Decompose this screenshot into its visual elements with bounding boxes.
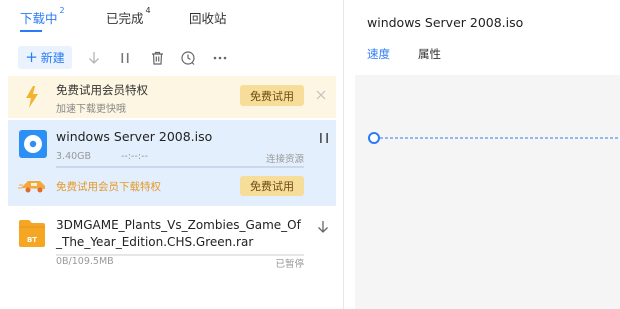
tab-completed-label: 已完成 [106, 11, 144, 26]
detail-title: windows Server 2008.iso [367, 15, 524, 30]
task-detail-panel: windows Server 2008.iso 速度 属性 [345, 0, 620, 309]
task-filename: 3DMGAME_Plants_Vs_Zombies_Game_Of_The_Ye… [56, 218, 301, 249]
clock-icon[interactable] [178, 47, 198, 69]
task-filename: windows Server 2008.iso [56, 129, 213, 144]
new-task-label: 新建 [40, 51, 65, 65]
tab-completed-count: 4 [145, 6, 151, 15]
trash-icon[interactable] [147, 47, 167, 69]
task-size: 3.40GB [56, 151, 92, 162]
download-list-panel: 下载中2 已完成4 回收站 + 新建 免费试用会员特权 加速下载更快哦 免费试用… [0, 0, 344, 309]
tab-properties[interactable]: 属性 [418, 46, 441, 62]
task-item[interactable]: BT 3DMGAME_Plants_Vs_Zombies_Game_Of_The… [8, 208, 336, 274]
rocket-car-icon [18, 181, 45, 193]
tab-downloading[interactable]: 下载中2 [20, 6, 65, 27]
tab-recycle-bin[interactable]: 回收站 [189, 8, 227, 27]
active-tab-underline [20, 30, 42, 32]
task-free-trial-button[interactable]: 免费试用 [240, 176, 304, 196]
task-size: 0B/109.5MB [56, 256, 114, 267]
resume-download-icon[interactable] [316, 219, 330, 235]
task-status: 已暂停 [275, 259, 304, 270]
more-icon[interactable] [210, 47, 230, 69]
speed-graph-canvas [368, 132, 620, 144]
task-remaining-time: --:--:-- [121, 151, 148, 162]
speed-point [368, 132, 380, 144]
speed-graph [355, 75, 620, 309]
vip-promo-banner: 免费试用会员特权 加速下载更快哦 免费试用 [8, 76, 336, 118]
tab-downloading-count: 2 [59, 6, 65, 15]
task-vip-promo-text: 免费试用会员下载特权 [56, 181, 161, 193]
svg-text:BT: BT [27, 236, 37, 244]
pause-icon[interactable] [115, 47, 135, 69]
task-status: 连接资源 [265, 154, 304, 165]
promo-title: 免费试用会员特权 [56, 83, 148, 97]
lightning-icon [26, 86, 38, 108]
new-task-button[interactable]: + 新建 [18, 46, 72, 69]
close-icon[interactable] [314, 87, 328, 101]
tab-downloading-label: 下载中 [20, 11, 58, 26]
free-trial-button[interactable]: 免费试用 [240, 85, 304, 106]
archive-folder-icon: BT [19, 220, 45, 247]
task-item-selected[interactable]: windows Server 2008.iso 3.40GB --:--:-- … [8, 120, 336, 206]
pause-icon[interactable] [316, 130, 332, 146]
download-icon[interactable] [84, 47, 104, 69]
task-progress-bar [56, 166, 304, 168]
toolbar: + 新建 [0, 44, 344, 72]
tab-completed[interactable]: 已完成4 [106, 6, 151, 27]
tab-speed[interactable]: 速度 [367, 46, 390, 62]
plus-icon: + [25, 48, 38, 66]
tab-recycle-bin-label: 回收站 [189, 11, 227, 26]
status-tabs: 下载中2 已完成4 回收站 [0, 0, 344, 36]
disc-image-file-icon [19, 130, 47, 158]
promo-subtitle: 加速下载更快哦 [56, 104, 126, 115]
